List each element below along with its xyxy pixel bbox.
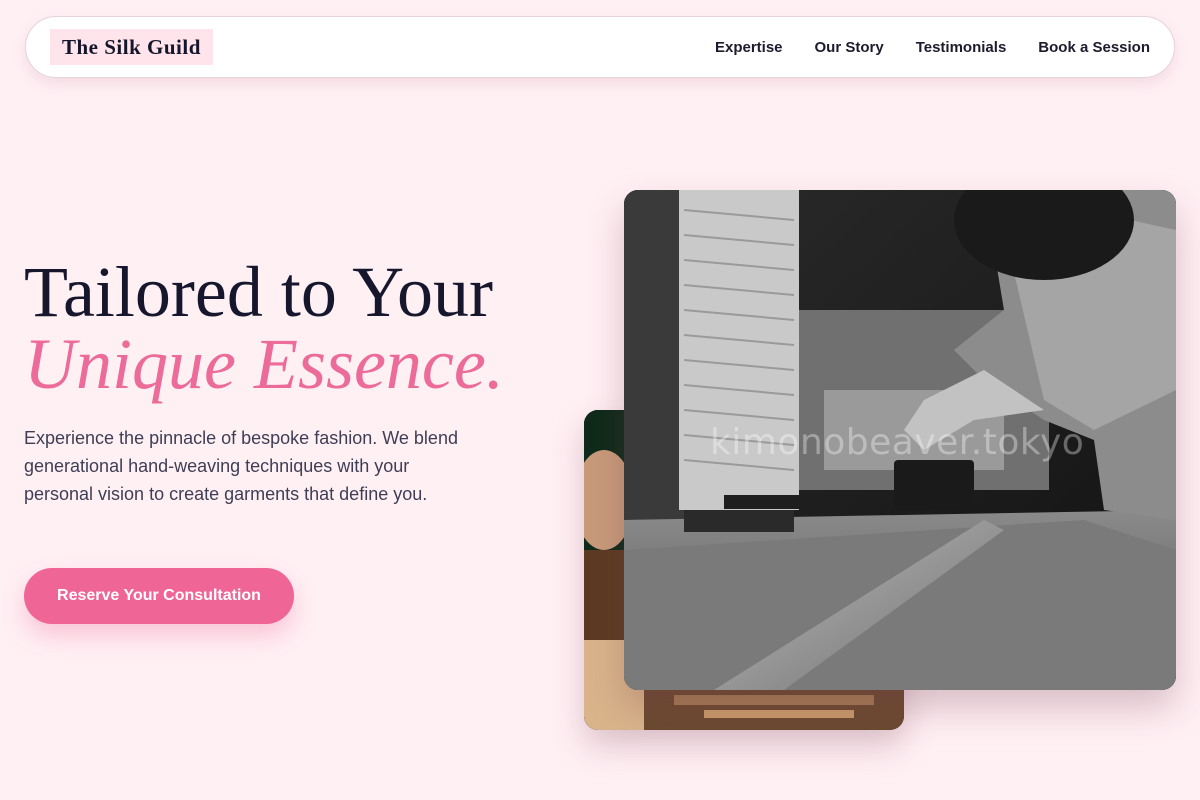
hero-title: Tailored to Your Unique Essence. (24, 256, 504, 400)
hero-title-line1: Tailored to Your (24, 252, 493, 332)
hero-title-line2: Unique Essence. (24, 324, 504, 404)
hero-description: Experience the pinnacle of bespoke fashi… (24, 428, 458, 504)
nav-link-expertise[interactable]: Expertise (715, 39, 783, 56)
image-watermark: kimonobeaver.tokyo (710, 422, 1085, 463)
nav-links: Expertise Our Story Testimonials Book a … (715, 39, 1150, 56)
top-navigation: The Silk Guild Expertise Our Story Testi… (25, 16, 1175, 78)
main-craft-image: kimonobeaver.tokyo (624, 190, 1176, 690)
nav-link-our-story[interactable]: Our Story (815, 39, 884, 56)
brand-logo[interactable]: The Silk Guild (50, 29, 213, 65)
reserve-consultation-button[interactable]: Reserve Your Consultation (24, 568, 294, 624)
nav-link-book-session[interactable]: Book a Session (1038, 39, 1150, 56)
nav-link-testimonials[interactable]: Testimonials (916, 39, 1007, 56)
